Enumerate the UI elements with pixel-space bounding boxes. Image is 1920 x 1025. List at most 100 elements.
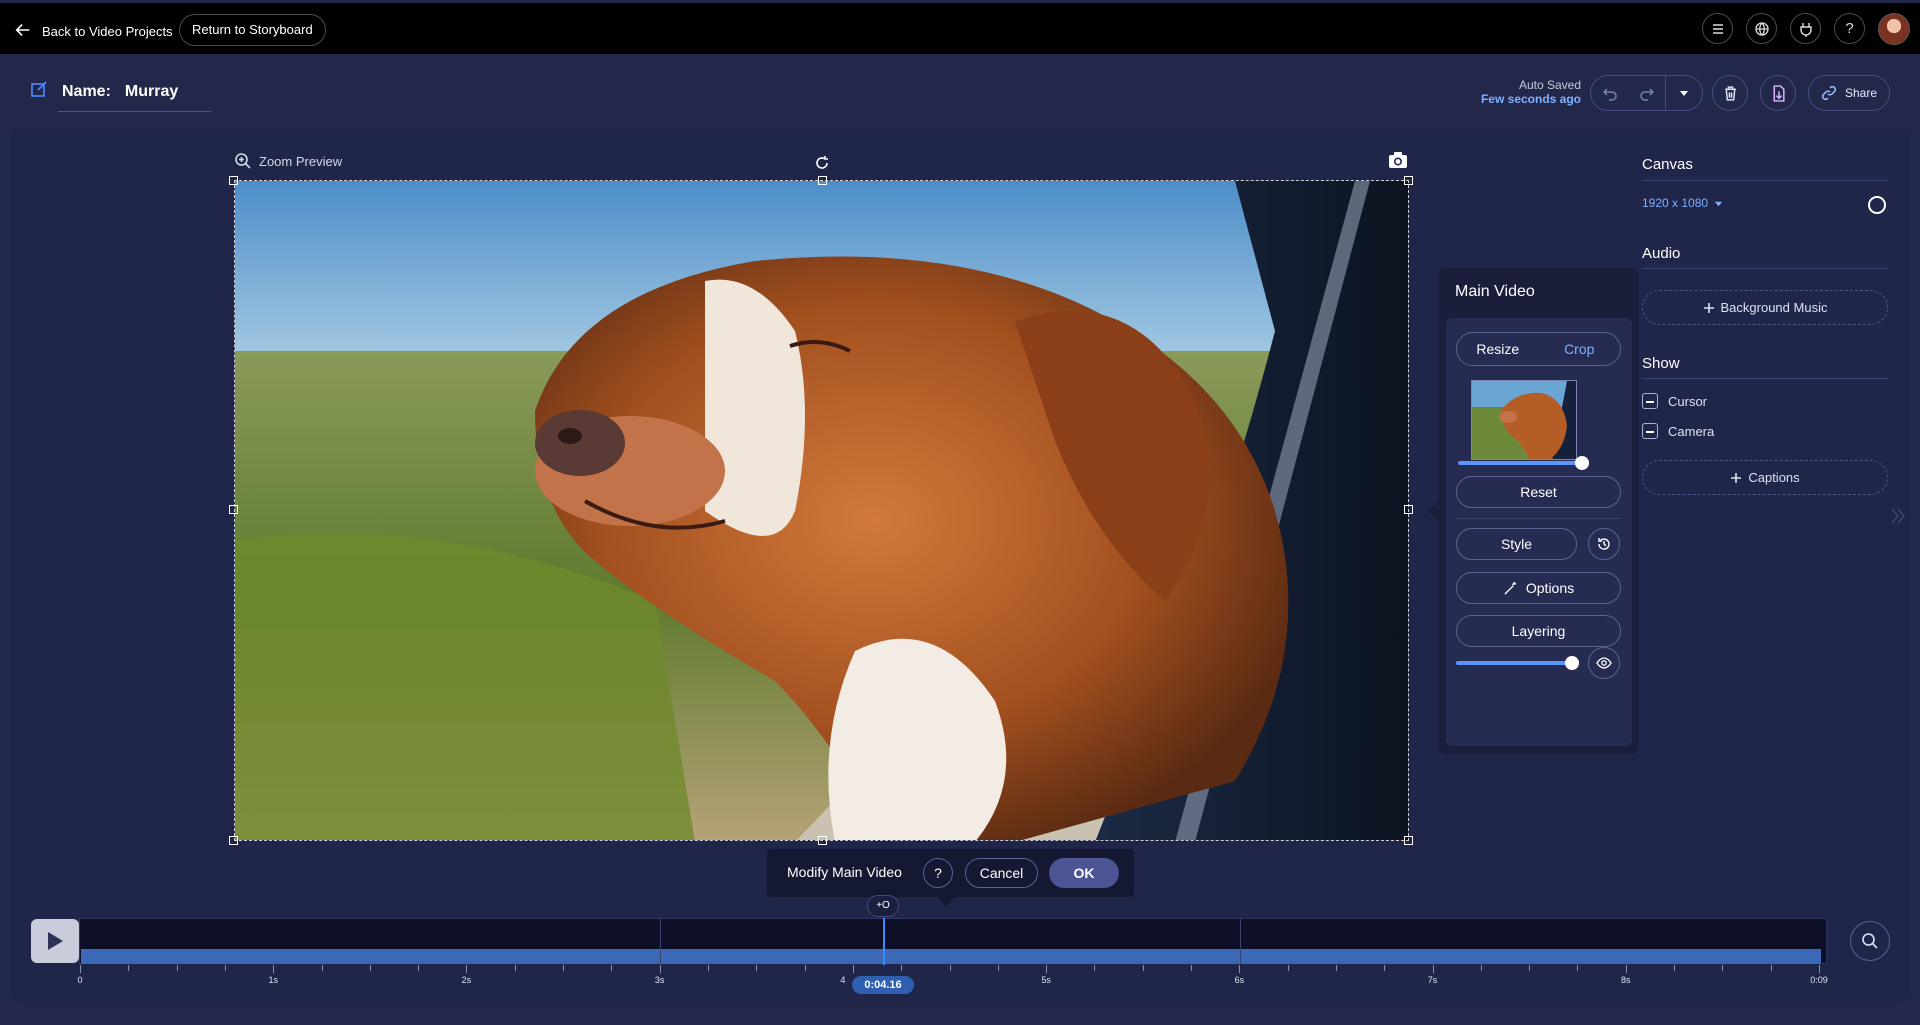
- help-glyph: ?: [1845, 20, 1854, 37]
- double-chevron-right-icon[interactable]: [1890, 507, 1906, 525]
- project-name-field[interactable]: Murray: [125, 83, 178, 101]
- avatar[interactable]: [1878, 13, 1910, 45]
- options-label: Options: [1525, 580, 1575, 596]
- history-dropdown-button[interactable]: [1665, 76, 1702, 110]
- top-icon-group: ?: [1702, 13, 1910, 45]
- add-captions-button[interactable]: Captions: [1642, 460, 1888, 495]
- ruler-tick: [466, 965, 468, 973]
- main-video-panel: Main Video Resize Crop Reset Style Optio…: [1439, 268, 1638, 754]
- share-button[interactable]: Share: [1808, 75, 1890, 111]
- cursor-checkbox[interactable]: [1642, 393, 1658, 409]
- playhead[interactable]: [883, 918, 885, 965]
- crop-handle-top-right[interactable]: [1404, 176, 1413, 185]
- video-preview[interactable]: [234, 180, 1409, 841]
- opacity-slider[interactable]: [1456, 661, 1571, 665]
- crop-handle-right[interactable]: [1404, 505, 1413, 514]
- timeline-track[interactable]: [79, 918, 1827, 964]
- delete-button[interactable]: [1712, 75, 1748, 111]
- ruler-tick: [1529, 965, 1531, 971]
- search-icon: [1862, 933, 1878, 949]
- ruler-tick: [1625, 965, 1627, 973]
- camera-icon[interactable]: [1388, 151, 1408, 169]
- ok-button[interactable]: OK: [1049, 858, 1119, 888]
- ruler-tick: [224, 965, 226, 971]
- crop-handle-top[interactable]: [818, 176, 827, 185]
- ruler-tick: [707, 965, 709, 971]
- reset-button[interactable]: Reset: [1456, 476, 1621, 508]
- ruler-label: 7s: [1427, 975, 1438, 985]
- dog-video-frame: [235, 181, 1408, 840]
- back-to-projects-link[interactable]: Back to Video Projects: [14, 21, 173, 42]
- help-button[interactable]: ?: [923, 858, 953, 888]
- ruler-tick: [997, 965, 999, 971]
- undo-redo-group: [1590, 75, 1703, 111]
- rotate-icon[interactable]: [815, 156, 829, 170]
- main-video-controls: Resize Crop Reset Style Options Layering: [1446, 318, 1632, 746]
- opacity-slider-knob[interactable]: [1565, 656, 1579, 670]
- ruler-tick: [1674, 965, 1676, 971]
- magic-wand-icon: [1504, 581, 1516, 595]
- redo-icon: [1639, 88, 1654, 101]
- ruler-tick: [852, 965, 854, 973]
- camera-checkbox[interactable]: [1642, 423, 1658, 439]
- crop-handle-bottom-left[interactable]: [229, 836, 238, 845]
- ruler-label: 8s: [1621, 975, 1631, 985]
- globe-icon[interactable]: [1746, 13, 1777, 44]
- top-bar: Back to Video Projects Return to Storybo…: [0, 3, 1920, 54]
- canvas-color-circle[interactable]: [1868, 196, 1886, 214]
- cancel-button[interactable]: Cancel: [965, 858, 1038, 888]
- ruler-tick: [1046, 965, 1048, 973]
- redo-button[interactable]: [1628, 76, 1665, 110]
- ruler-label: 3s: [654, 975, 665, 985]
- crop-handle-left[interactable]: [229, 505, 238, 514]
- camera-label: Camera: [1668, 423, 1715, 439]
- crop-zoom-slider-knob[interactable]: [1575, 456, 1589, 470]
- tab-resize[interactable]: Resize: [1457, 333, 1539, 365]
- crop-handle-top-left[interactable]: [229, 176, 238, 185]
- ruler-tick: [1335, 965, 1337, 971]
- undo-icon: [1602, 88, 1617, 101]
- ruler-tick: [1577, 965, 1579, 971]
- menu-icon[interactable]: [1702, 13, 1733, 44]
- play-button[interactable]: [31, 919, 79, 963]
- main-video-clip[interactable]: [81, 949, 1821, 964]
- ruler-tick: [804, 965, 806, 971]
- add-keyframe-button[interactable]: +O: [867, 895, 899, 917]
- project-name-row: Name: Murray: [30, 80, 178, 103]
- timeline-zoom-button[interactable]: [1850, 921, 1890, 961]
- crop-handle-bottom-right[interactable]: [1404, 836, 1413, 845]
- zoom-in-icon: [235, 153, 251, 169]
- layering-button[interactable]: Layering: [1456, 615, 1621, 647]
- ruler-tick: [1142, 965, 1144, 971]
- add-background-music-button[interactable]: Background Music: [1642, 290, 1888, 325]
- plug-icon[interactable]: [1790, 13, 1821, 44]
- ruler-label: 4: [840, 975, 846, 985]
- zoom-preview-button[interactable]: Zoom Preview: [234, 152, 342, 170]
- canvas-size-dropdown[interactable]: 1920 x 1080: [1642, 196, 1723, 210]
- return-to-storyboard-button[interactable]: Return to Storyboard: [179, 14, 326, 46]
- video-thumbnail: [1471, 380, 1577, 460]
- visibility-toggle[interactable]: [1588, 647, 1620, 679]
- tab-crop[interactable]: Crop: [1539, 333, 1621, 365]
- undo-button[interactable]: [1591, 76, 1628, 110]
- show-camera-toggle[interactable]: Camera: [1642, 423, 1714, 439]
- ruler-label: 0:09: [1810, 975, 1828, 985]
- crop-handle-bottom[interactable]: [818, 836, 827, 845]
- options-button[interactable]: Options: [1456, 572, 1621, 604]
- ruler-tick: [1722, 965, 1724, 971]
- edit-icon[interactable]: [30, 80, 48, 103]
- panel-divider: [1456, 518, 1621, 519]
- help-icon[interactable]: ?: [1834, 13, 1865, 44]
- name-underline: [58, 111, 211, 112]
- ruler-tick: [1384, 965, 1386, 971]
- ruler-label: 0: [77, 975, 83, 985]
- crop-zoom-slider[interactable]: [1458, 461, 1582, 465]
- resize-crop-toggle: Resize Crop: [1456, 332, 1621, 366]
- show-cursor-toggle[interactable]: Cursor: [1642, 393, 1707, 409]
- style-history-button[interactable]: [1588, 528, 1620, 560]
- captions-label: Captions: [1748, 470, 1800, 485]
- style-button[interactable]: Style: [1456, 528, 1577, 560]
- name-label: Name:: [62, 82, 111, 100]
- export-button[interactable]: [1760, 75, 1796, 111]
- download-file-icon: [1773, 84, 1785, 102]
